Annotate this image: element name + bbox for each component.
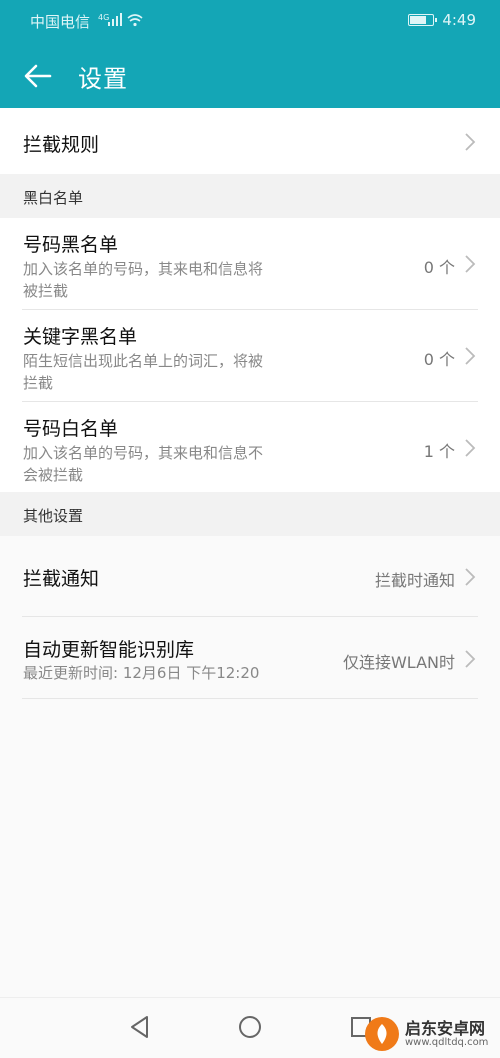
watermark-logo-icon [365, 1016, 399, 1051]
other-settings-header: 其他设置 [0, 492, 500, 536]
watermark-url: www.qdltdq.com [405, 1036, 489, 1048]
divider [22, 698, 478, 699]
chevron-right-icon [465, 568, 476, 586]
number-whitelist-desc-line1: 加入该名单的号码，其来电和信息不 [23, 444, 264, 462]
battery-icon [408, 14, 438, 26]
number-blacklist-count: 0 个 [423, 258, 455, 277]
number-whitelist-desc-line2: 会被拦截 [23, 466, 84, 484]
carrier-name: 中国电信 [30, 13, 91, 31]
number-blacklist-desc-line2: 被拦截 [23, 282, 69, 300]
intercept-notify-label: 拦截通知 [23, 568, 100, 590]
auto-update-label: 自动更新智能识别库 [23, 639, 195, 661]
intercept-rules-row[interactable]: 拦截规则 [0, 108, 500, 174]
page-title: 设置 [78, 65, 128, 93]
watermark: 启东安卓网 www.qdltdq.com [365, 1010, 500, 1057]
number-blacklist-row[interactable]: 号码黑名单 加入该名单的号码，其来电和信息将 被拦截 0 个 [0, 218, 500, 309]
number-whitelist-label: 号码白名单 [23, 418, 119, 440]
keyword-blacklist-row[interactable]: 关键字黑名单 陌生短信出现此名单上的词汇，将被 拦截 0 个 [0, 310, 500, 401]
back-arrow-icon[interactable] [22, 60, 54, 92]
chevron-right-icon [465, 650, 476, 668]
number-blacklist-label: 号码黑名单 [23, 234, 119, 256]
intercept-notify-row[interactable]: 拦截通知 拦截时通知 [0, 536, 500, 616]
app-bar: 设置 [0, 42, 500, 108]
auto-update-desc: 最近更新时间: 12月6日 下午12:20 [23, 664, 260, 682]
keyword-blacklist-count: 0 个 [423, 350, 455, 369]
intercept-notify-value: 拦截时通知 [374, 571, 455, 590]
back-triangle-icon[interactable] [127, 1014, 153, 1040]
signal-icon: 4G [98, 12, 144, 32]
watermark-brand: 启东安卓网 [405, 1018, 486, 1038]
blackwhite-header-text: 黑白名单 [23, 189, 84, 207]
status-bar: 中国电信 4G 4:49 [0, 0, 500, 42]
chevron-right-icon [465, 439, 476, 457]
keyword-blacklist-desc-line1: 陌生短信出现此名单上的词汇，将被 [23, 352, 264, 370]
other-settings-header-text: 其他设置 [23, 507, 84, 525]
clock: 4:49 [442, 11, 476, 29]
chevron-right-icon [465, 133, 476, 151]
blackwhite-header: 黑白名单 [0, 174, 500, 218]
number-blacklist-desc-line1: 加入该名单的号码，其来电和信息将 [23, 260, 264, 278]
home-circle-icon[interactable] [237, 1014, 263, 1040]
network-type: 4G [98, 13, 109, 22]
chevron-right-icon [465, 347, 476, 365]
other-settings-list: 拦截通知 拦截时通知 自动更新智能识别库 最近更新时间: 12月6日 下午12:… [0, 536, 500, 699]
number-whitelist-row[interactable]: 号码白名单 加入该名单的号码，其来电和信息不 会被拦截 1 个 [0, 402, 500, 492]
blackwhite-list: 号码黑名单 加入该名单的号码，其来电和信息将 被拦截 0 个 关键字黑名单 陌生… [0, 218, 500, 492]
number-whitelist-count: 1 个 [423, 442, 455, 461]
keyword-blacklist-label: 关键字黑名单 [23, 326, 138, 348]
chevron-right-icon [465, 255, 476, 273]
intercept-rules-label: 拦截规则 [23, 134, 100, 156]
auto-update-value: 仅连接WLAN时 [342, 653, 455, 672]
auto-update-row[interactable]: 自动更新智能识别库 最近更新时间: 12月6日 下午12:20 仅连接WLAN时 [0, 617, 500, 698]
keyword-blacklist-desc-line2: 拦截 [23, 374, 54, 392]
